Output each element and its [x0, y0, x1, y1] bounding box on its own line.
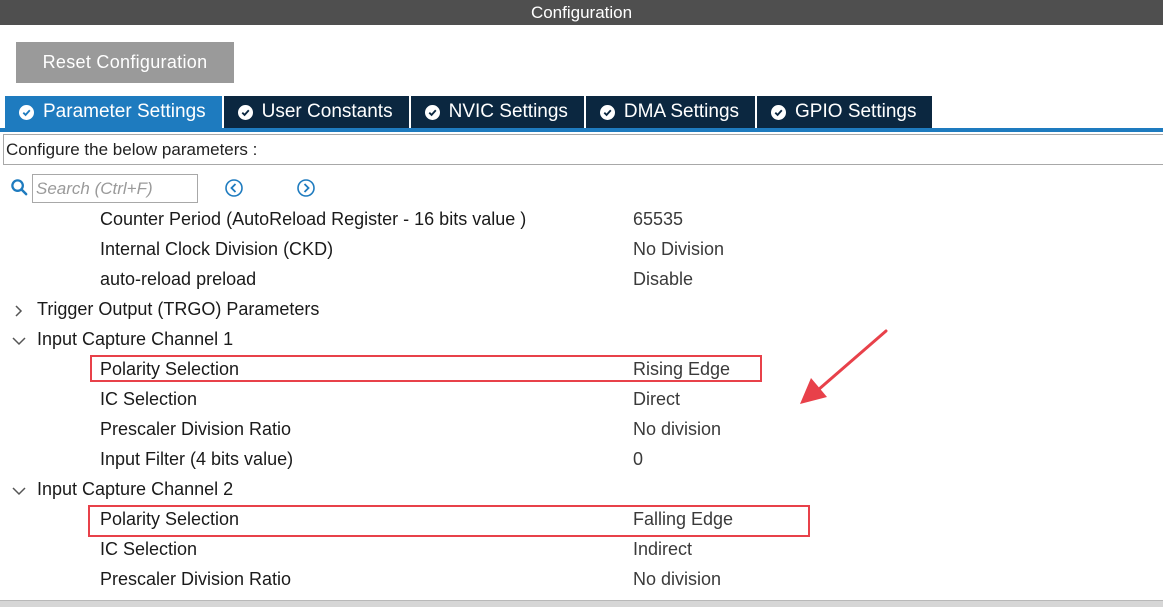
group-input-capture-channel-1[interactable]: Input Capture Channel 1	[0, 325, 1163, 355]
param-value[interactable]: Indirect	[633, 539, 692, 560]
param-row-counter-period[interactable]: Counter Period (AutoReload Register - 16…	[0, 205, 1163, 235]
group-input-capture-channel-2[interactable]: Input Capture Channel 2	[0, 475, 1163, 505]
param-value[interactable]: 0	[633, 449, 643, 470]
chevron-right-icon[interactable]	[12, 305, 26, 317]
param-row-ic1-selection[interactable]: IC Selection Direct	[0, 385, 1163, 415]
tab-user-constants[interactable]: User Constants	[223, 96, 411, 128]
check-circle-icon	[19, 104, 34, 120]
search-input[interactable]	[32, 174, 198, 203]
search-icon	[11, 179, 28, 196]
param-value[interactable]: No division	[633, 419, 721, 440]
param-label: auto-reload preload	[100, 269, 257, 289]
param-value[interactable]: Disable	[633, 269, 693, 290]
highlight-box-ic1-polarity	[90, 355, 762, 382]
param-value[interactable]: 65535	[633, 209, 683, 230]
tab-underline	[0, 128, 1163, 132]
tab-label: NVIC Settings	[448, 101, 568, 122]
param-label: IC Selection	[100, 539, 198, 559]
param-row-ic1-prescaler[interactable]: Prescaler Division Ratio No division	[0, 415, 1163, 445]
window-title: Configuration	[0, 0, 1163, 25]
param-row-clock-division[interactable]: Internal Clock Division (CKD) No Divisio…	[0, 235, 1163, 265]
param-row-ic2-selection[interactable]: IC Selection Indirect	[0, 535, 1163, 565]
highlight-box-ic2-polarity	[88, 505, 810, 537]
tab-label: User Constants	[261, 101, 393, 122]
search-next-icon[interactable]	[296, 178, 316, 198]
tab-label: GPIO Settings	[795, 101, 917, 122]
check-circle-icon	[424, 104, 440, 120]
param-value[interactable]: Direct	[633, 389, 680, 410]
param-label: Input Filter (4 bits value)	[100, 449, 294, 469]
parameters-description: Configure the below parameters :	[3, 134, 1163, 165]
param-label: Prescaler Division Ratio	[100, 569, 292, 589]
tab-label: Parameter Settings	[43, 101, 206, 122]
param-label: Internal Clock Division (CKD)	[100, 239, 334, 259]
param-label: Counter Period (AutoReload Register - 16…	[100, 209, 527, 229]
bottom-scroll-edge	[0, 600, 1163, 607]
check-circle-icon	[237, 104, 253, 120]
param-value[interactable]: No division	[633, 569, 721, 590]
param-label: Prescaler Division Ratio	[100, 419, 292, 439]
settings-tabs: Parameter Settings User Constants NVIC S…	[5, 96, 935, 128]
tab-nvic-settings[interactable]: NVIC Settings	[410, 96, 586, 128]
tab-gpio-settings[interactable]: GPIO Settings	[757, 96, 935, 128]
chevron-down-icon[interactable]	[12, 485, 26, 497]
group-label: Input Capture Channel 2	[37, 479, 234, 499]
chevron-down-icon[interactable]	[12, 335, 26, 347]
reset-configuration-button[interactable]: Reset Configuration	[16, 42, 234, 83]
param-row-ic2-prescaler[interactable]: Prescaler Division Ratio No division	[0, 565, 1163, 595]
search-previous-icon[interactable]	[224, 178, 244, 198]
check-circle-icon	[599, 104, 615, 120]
check-circle-icon	[771, 104, 787, 120]
group-label: Trigger Output (TRGO) Parameters	[37, 299, 320, 319]
group-trgo-parameters[interactable]: Trigger Output (TRGO) Parameters	[0, 295, 1163, 325]
param-row-autoreload-preload[interactable]: auto-reload preload Disable	[0, 265, 1163, 295]
tab-label: DMA Settings	[623, 101, 740, 122]
group-label: Input Capture Channel 1	[37, 329, 234, 349]
tab-dma-settings[interactable]: DMA Settings	[585, 96, 758, 128]
tab-parameter-settings[interactable]: Parameter Settings	[5, 96, 224, 128]
param-value[interactable]: No Division	[633, 239, 724, 260]
param-row-ic1-filter[interactable]: Input Filter (4 bits value) 0	[0, 445, 1163, 475]
param-label: IC Selection	[100, 389, 198, 409]
